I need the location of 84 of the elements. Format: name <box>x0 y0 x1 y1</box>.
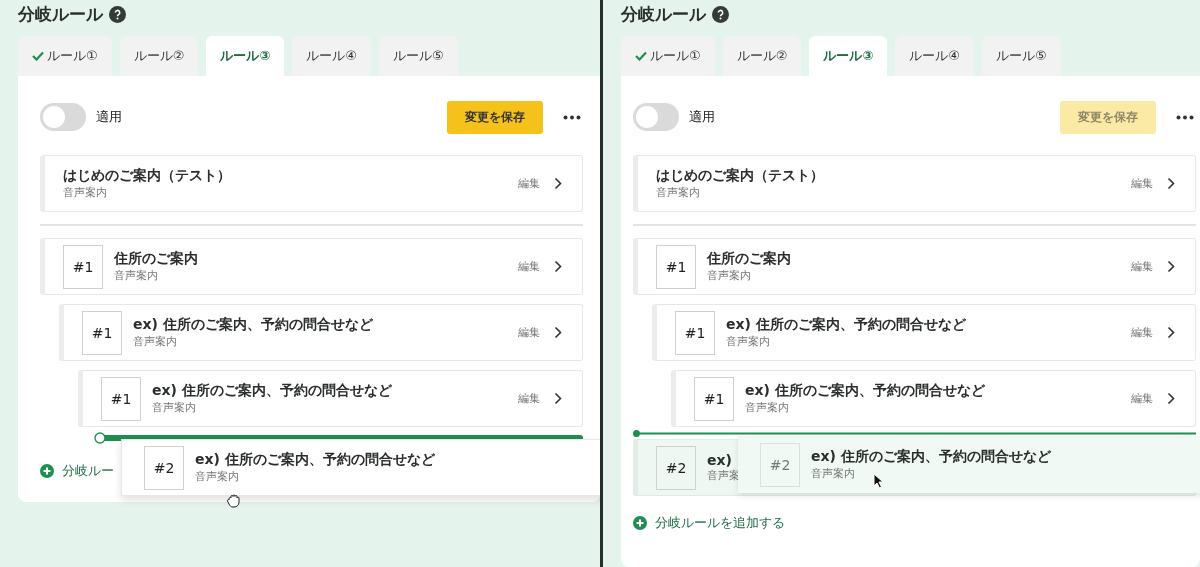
branch-row[interactable]: #1 住所のご案内 音声案内 編集 <box>633 238 1196 295</box>
check-icon <box>32 51 44 61</box>
chevron-icon[interactable] <box>1167 326 1175 339</box>
step-title: はじめのご案内（テスト） <box>63 167 232 185</box>
branch-number: #1 <box>656 244 696 289</box>
rule-tab[interactable]: ルール② <box>119 36 199 76</box>
chevron-icon[interactable] <box>554 260 562 273</box>
branch-number: #1 <box>63 244 103 289</box>
more-icon[interactable] <box>1176 114 1194 120</box>
dragged-row[interactable]: #2 ex) 住所のご案内、予約の問合せなど 音声案内 <box>121 439 600 496</box>
branch-title: ex) 住所のご案内、予約の問合せなど <box>133 316 374 334</box>
save-button[interactable]: 変更を保存 <box>447 100 543 134</box>
chevron-icon[interactable] <box>1167 392 1175 405</box>
branch-row[interactable]: #1 ex) 住所のご案内、予約の問合せなど 音声案内 編集 <box>671 370 1196 427</box>
rule-tab[interactable]: ルール⑤ <box>982 36 1061 76</box>
edit-link[interactable]: 編集 <box>1131 176 1153 191</box>
plus-icon <box>40 464 54 478</box>
branch-type: 音声案内 <box>114 269 159 283</box>
plus-icon <box>633 516 647 530</box>
rule-tab[interactable]: ルール① <box>621 36 715 76</box>
branch-number: #1 <box>101 376 141 421</box>
step-type: 音声案内 <box>656 186 701 200</box>
step-row[interactable]: はじめのご案内（テスト） 音声案内 編集 <box>40 155 583 212</box>
chevron-icon[interactable] <box>1167 260 1175 273</box>
check-icon <box>635 51 647 61</box>
branch-number: #1 <box>82 310 122 355</box>
branch-number: #2 <box>144 445 184 490</box>
rule-tab[interactable]: ルール④ <box>292 36 371 76</box>
branch-type: 音声案内 <box>745 401 790 415</box>
branch-type: 音声案内 <box>152 401 197 415</box>
chevron-icon[interactable] <box>554 392 562 405</box>
branch-number: #2 <box>760 442 800 487</box>
step-title: はじめのご案内（テスト） <box>656 167 825 185</box>
rule-tab[interactable]: ルール④ <box>895 36 974 76</box>
step-row[interactable]: はじめのご案内（テスト） 音声案内 編集 <box>633 155 1196 212</box>
apply-toggle[interactable] <box>633 103 679 131</box>
branch-type: 音声案内 <box>707 269 752 283</box>
rule-tab[interactable]: ルール① <box>18 36 112 76</box>
branch-type: 音声案内 <box>195 470 240 484</box>
branch-title: 住所のご案内 <box>707 250 792 268</box>
chevron-icon[interactable] <box>554 326 562 339</box>
branch-number: #2 <box>656 445 696 490</box>
add-rule-link[interactable]: 分岐ルールを追加する <box>633 514 785 532</box>
branch-type: 音声案内 <box>811 467 856 481</box>
toggle-label: 適用 <box>689 108 715 126</box>
rule-tab[interactable]: ルール② <box>722 36 802 76</box>
branch-row[interactable]: #1 ex) 住所のご案内、予約の問合せなど 音声案内 編集 <box>78 370 583 427</box>
branch-title: ex) 住所のご案内、予約の問合せなど <box>745 382 986 400</box>
branch-title: 住所のご案内 <box>114 250 199 268</box>
section-title: 分岐ルール <box>18 2 103 26</box>
add-rule-link[interactable]: 分岐ルー <box>40 462 114 480</box>
branch-type: 音声案内 <box>726 335 771 349</box>
edit-link[interactable]: 編集 <box>1131 391 1153 406</box>
chevron-icon[interactable] <box>554 177 562 190</box>
branch-title: ex) 住所のご案内、予約の問合せなど <box>811 448 1052 466</box>
branch-title: ex) <box>707 452 733 468</box>
edit-link[interactable]: 編集 <box>518 391 540 406</box>
rule-tab[interactable]: ルール⑤ <box>379 36 458 76</box>
branch-number: #1 <box>675 310 715 355</box>
help-icon[interactable] <box>109 5 126 23</box>
rule-tab[interactable]: ルール③ <box>206 36 285 76</box>
edit-link[interactable]: 編集 <box>518 325 540 340</box>
section-title: 分岐ルール <box>621 2 706 26</box>
edit-link[interactable]: 編集 <box>1131 325 1153 340</box>
apply-toggle[interactable] <box>40 103 86 131</box>
help-icon[interactable] <box>712 5 729 23</box>
edit-link[interactable]: 編集 <box>1131 259 1153 274</box>
branch-type: 音声案内 <box>133 335 178 349</box>
branch-row[interactable]: #1 ex) 住所のご案内、予約の問合せなど 音声案内 編集 <box>59 304 583 361</box>
branch-title: ex) 住所のご案内、予約の問合せなど <box>195 451 436 469</box>
dragged-row[interactable]: #2 ex) 住所のご案内、予約の問合せなど 音声案内 <box>738 436 1200 493</box>
toggle-label: 適用 <box>96 108 122 126</box>
edit-link[interactable]: 編集 <box>518 259 540 274</box>
branch-row[interactable]: #1 ex) 住所のご案内、予約の問合せなど 音声案内 編集 <box>652 304 1196 361</box>
branch-title: ex) 住所のご案内、予約の問合せなど <box>726 316 967 334</box>
rule-tab[interactable]: ルール③ <box>809 36 888 76</box>
edit-link[interactable]: 編集 <box>518 176 540 191</box>
branch-row[interactable]: #1 住所のご案内 音声案内 編集 <box>40 238 583 295</box>
branch-number: #1 <box>694 376 734 421</box>
branch-type: 音声案 <box>707 469 737 483</box>
branch-title: ex) 住所のご案内、予約の問合せなど <box>152 382 393 400</box>
more-icon[interactable] <box>563 114 581 120</box>
chevron-icon[interactable] <box>1167 177 1175 190</box>
step-type: 音声案内 <box>63 186 108 200</box>
